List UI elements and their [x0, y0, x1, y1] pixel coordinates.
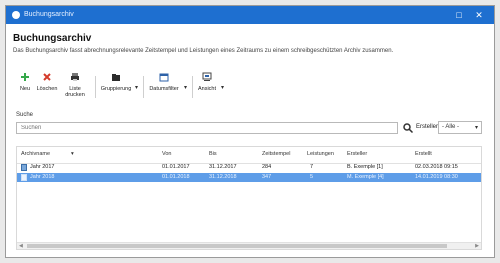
search-input[interactable] — [16, 122, 398, 134]
from-date: 01.01.2018 — [162, 174, 190, 180]
column-header[interactable]: Zeitstempel — [262, 151, 290, 157]
datefilter-button[interactable]: Datumsfilter — [147, 72, 181, 102]
view-button[interactable]: Ansicht — [196, 72, 218, 102]
scrollbar-thumb[interactable] — [27, 244, 447, 248]
app-window: Buchungsarchiv □ ✕ Buchungsarchiv Das Bu… — [5, 5, 495, 258]
window-title: Buchungsarchiv — [24, 11, 74, 18]
creator-filter-select[interactable]: - Alle - ▾ — [438, 121, 482, 134]
table-row[interactable]: Jahr 2017 01.01.2017 31.12.2017 284 7 B.… — [17, 163, 481, 172]
search-label: Suche — [16, 112, 34, 118]
x-icon — [43, 73, 51, 81]
new-label: Neu — [19, 86, 31, 92]
datefilter-label: Datumsfilter — [149, 86, 179, 92]
created-at: 14.01.2019 08:30 — [415, 174, 458, 180]
delete-label: Löschen — [36, 86, 58, 92]
to-date: 31.12.2018 — [209, 174, 237, 180]
service-count: 5 — [310, 174, 314, 180]
column-header[interactable]: Bis — [209, 151, 217, 157]
chevron-down-icon: ▾ — [474, 125, 478, 131]
scroll-right-icon[interactable]: ▶ — [475, 243, 479, 249]
close-icon[interactable]: ✕ — [472, 8, 486, 22]
delete-button[interactable]: Löschen — [36, 72, 58, 102]
creator-filter-label: Ersteller — [416, 124, 439, 130]
printer-icon — [71, 73, 79, 81]
service-count: 7 — [310, 164, 314, 170]
page-title: Buchungsarchiv — [13, 33, 92, 44]
print-label: Liste drucken — [65, 86, 85, 98]
creator-filter-value: - Alle - — [442, 124, 460, 130]
column-header[interactable]: Archivname — [21, 151, 50, 157]
toolbar-divider — [95, 76, 96, 98]
column-header[interactable]: Leistungen — [307, 151, 334, 157]
toolbar-divider — [192, 76, 193, 98]
scroll-left-icon[interactable]: ◀ — [19, 243, 23, 249]
document-icon — [21, 164, 27, 171]
creator: M. Exemple [4] — [347, 174, 384, 180]
folder-icon — [112, 74, 120, 81]
timestamp-count: 284 — [262, 164, 272, 170]
sort-indicator-icon: ▾ — [71, 151, 74, 157]
view-label: Ansicht — [197, 86, 217, 92]
column-header[interactable]: Ersteller — [347, 151, 367, 157]
plus-icon — [21, 73, 29, 81]
header: Buchungsarchiv Das Buchungsarchiv fasst … — [13, 33, 489, 56]
search-icon[interactable] — [402, 122, 414, 134]
toolbar-divider — [143, 76, 144, 98]
group-label: Gruppierung — [100, 86, 132, 92]
calendar-icon — [159, 73, 169, 82]
column-header[interactable]: Von — [162, 151, 171, 157]
column-header[interactable]: Erstellt — [415, 151, 432, 157]
title-bar: Buchungsarchiv □ ✕ — [6, 6, 494, 24]
new-button[interactable]: Neu — [16, 72, 34, 102]
view-dropdown-icon[interactable]: ▾ — [221, 84, 224, 91]
datefilter-dropdown-icon[interactable]: ▾ — [184, 84, 187, 91]
maximize-icon[interactable]: □ — [452, 8, 466, 22]
table-row[interactable]: Jahr 2018 01.01.2018 31.12.2018 347 5 M.… — [17, 173, 481, 182]
horizontal-scrollbar[interactable]: ◀ ▶ — [17, 242, 481, 249]
archive-name: Jahr 2017 — [30, 164, 55, 170]
document-icon — [21, 174, 27, 181]
to-date: 31.12.2017 — [209, 164, 237, 170]
timestamp-count: 347 — [262, 174, 272, 180]
archive-name: Jahr 2018 — [30, 174, 55, 180]
from-date: 01.01.2017 — [162, 164, 190, 170]
group-button[interactable]: Gruppierung — [100, 72, 132, 102]
page-description: Das Buchungsarchiv fasst abrechnungsrele… — [13, 48, 394, 54]
archive-table: Archivname ▾ Von Bis Zeitstempel Leistun… — [16, 146, 482, 250]
app-icon — [12, 11, 20, 19]
table-header: Archivname ▾ Von Bis Zeitstempel Leistun… — [17, 147, 481, 164]
print-button[interactable]: Liste drucken — [60, 72, 90, 102]
group-dropdown-icon[interactable]: ▾ — [135, 84, 138, 91]
view-icon — [202, 72, 212, 81]
creator: B. Exemple [1] — [347, 164, 383, 170]
created-at: 02.03.2018 09:15 — [415, 164, 458, 170]
